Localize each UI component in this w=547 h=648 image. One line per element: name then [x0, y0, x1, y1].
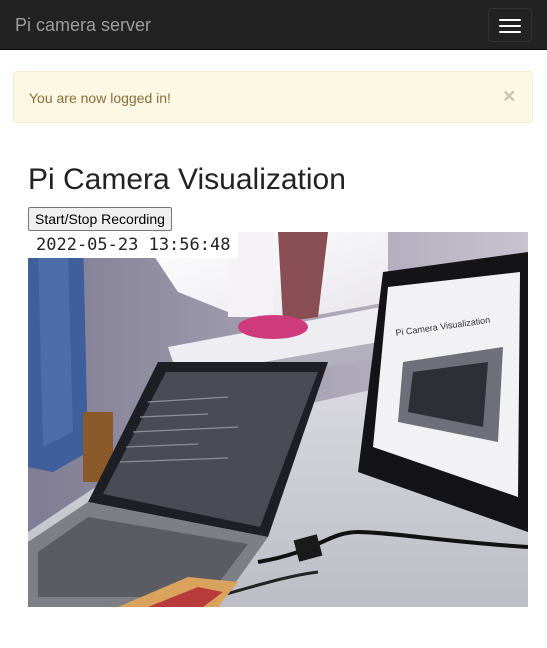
navbar-brand[interactable]: Pi camera server [15, 15, 151, 35]
close-icon[interactable]: × [503, 85, 515, 109]
page-title: Pi Camera Visualization [28, 163, 346, 196]
camera-timestamp: 2022-05-23 13:56:48 [28, 232, 239, 258]
navbar-toggle-button[interactable] [488, 8, 532, 42]
start-stop-recording-button[interactable]: Start/Stop Recording [28, 207, 172, 231]
camera-feed: Pi Camera Visualization 2022-05-23 13:56… [28, 232, 528, 607]
navbar: Pi camera server [0, 0, 547, 50]
alert-message: You are now logged in! [29, 90, 171, 106]
login-alert: You are now logged in! × [13, 71, 533, 123]
camera-frame-image: Pi Camera Visualization [28, 232, 528, 607]
